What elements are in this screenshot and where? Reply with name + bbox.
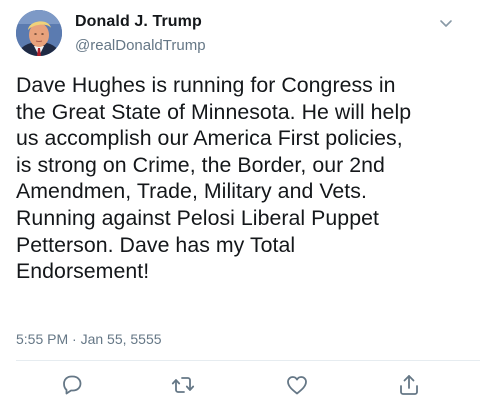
profile-photo-icon — [16, 10, 62, 56]
tweet-menu-button[interactable] — [436, 16, 456, 32]
tweet-text: Dave Hughes is running for Congress in t… — [16, 73, 412, 284]
retweet-icon — [171, 377, 195, 393]
share-icon — [400, 375, 418, 395]
avatar[interactable] — [16, 10, 62, 56]
user-handle[interactable]: @realDonaldTrump — [75, 37, 206, 54]
display-name[interactable]: Donald J. Trump — [75, 13, 202, 31]
tweet-timestamp[interactable]: 5:55 PM · Jan 55, 5555 — [16, 331, 162, 347]
like-button[interactable] — [284, 372, 310, 398]
chevron-down-icon — [440, 20, 452, 27]
tweet-card: Donald J. Trump @realDonaldTrump Dave Hu… — [0, 0, 480, 410]
reply-button[interactable] — [59, 372, 85, 398]
divider — [16, 360, 480, 361]
like-icon — [287, 376, 307, 395]
reply-icon — [63, 375, 82, 395]
retweet-button[interactable] — [170, 372, 196, 398]
share-button[interactable] — [396, 372, 422, 398]
